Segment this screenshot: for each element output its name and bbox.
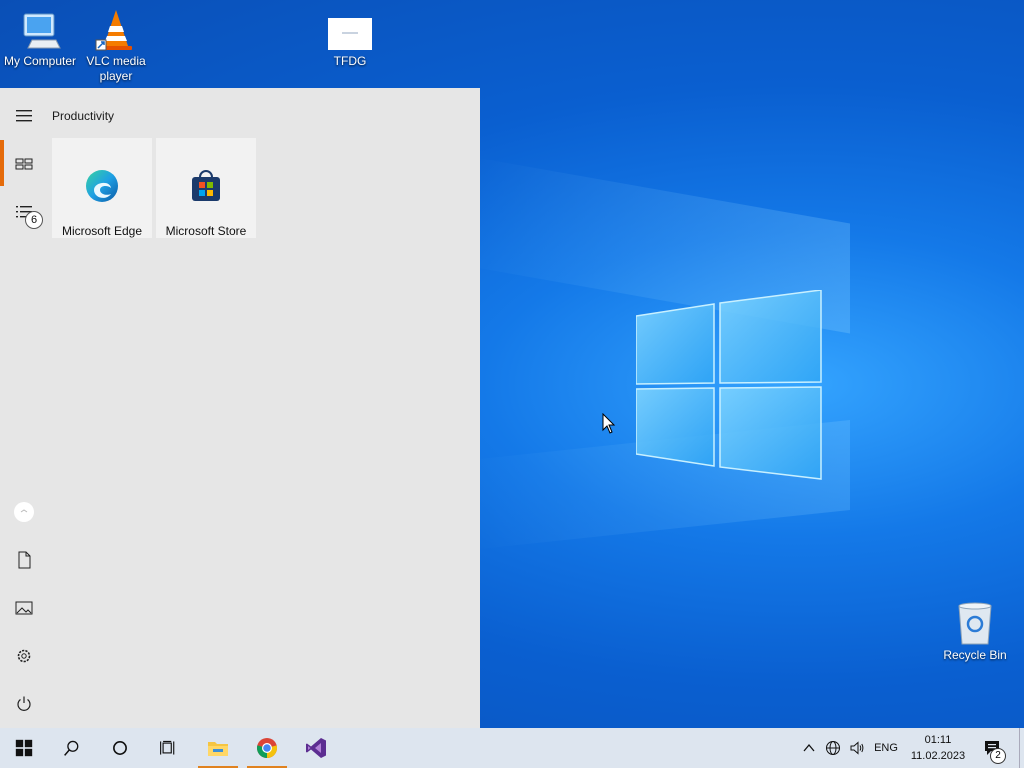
globe-icon [826, 741, 840, 755]
tile-microsoft-edge[interactable]: Microsoft Edge [52, 138, 152, 238]
taskbar-visual-studio[interactable] [292, 728, 340, 768]
start-button[interactable] [0, 728, 48, 768]
start-menu-rail: 6 [0, 88, 48, 728]
store-icon [192, 170, 220, 201]
recent-count-badge: 6 [25, 211, 43, 229]
vlc-cone-icon [94, 8, 138, 52]
document-thumbnail-icon [328, 8, 372, 52]
wallpaper-windows-logo [635, 289, 822, 480]
document-icon [18, 551, 31, 569]
documents-button[interactable] [0, 536, 48, 584]
clock-button[interactable]: 01:11 11.02.2023 [906, 732, 970, 764]
desktop-icon-label: TFDG [333, 54, 367, 68]
desktop-icon-label: My Computer [3, 54, 77, 68]
clock-time: 01:11 [924, 734, 952, 746]
cortana-button[interactable] [96, 728, 144, 768]
tile-microsoft-store[interactable]: Microsoft Store [156, 138, 256, 238]
task-view-button[interactable] [144, 728, 192, 768]
power-button[interactable] [0, 680, 48, 728]
pinned-tiles-button[interactable] [0, 140, 48, 188]
chrome-icon [256, 738, 278, 758]
desktop-icon-label: VLC media player [86, 54, 146, 83]
desktop-icon-my-computer[interactable]: My Computer [0, 8, 80, 69]
tile-group-title[interactable]: Productivity [52, 109, 114, 123]
chevron-up-icon [803, 743, 815, 752]
gear-icon [17, 649, 31, 663]
task-view-icon [160, 740, 175, 755]
recycle-bin-icon [953, 602, 997, 646]
desktop-icon-recycle-bin[interactable]: Recycle Bin [935, 602, 1015, 663]
desktop-icon-vlc[interactable]: VLC media player [76, 8, 156, 84]
taskbar-file-explorer[interactable] [194, 728, 242, 768]
taskbar: ENG 01:11 11.02.2023 [0, 728, 1024, 768]
cortana-circle-icon [113, 741, 127, 755]
power-icon [17, 696, 31, 711]
network-button[interactable] [822, 728, 844, 768]
avatar-icon [14, 502, 34, 522]
windows-logo-icon [15, 739, 33, 757]
speaker-icon [850, 741, 864, 755]
picture-icon [15, 601, 33, 615]
show-desktop-button[interactable] [1019, 728, 1024, 768]
user-account-button[interactable] [0, 488, 48, 536]
expand-menu-button[interactable] [0, 92, 48, 140]
show-hidden-icons-button[interactable] [798, 728, 820, 768]
search-button[interactable] [48, 728, 96, 768]
desktop-icon-label: Recycle Bin [943, 648, 1007, 662]
computer-icon [18, 8, 62, 52]
search-icon [64, 740, 79, 756]
taskbar-chrome[interactable] [243, 728, 291, 768]
mouse-cursor-icon [602, 413, 616, 434]
desktop-icon-tfdg[interactable]: TFDG [310, 8, 390, 69]
volume-button[interactable] [846, 728, 868, 768]
start-menu: 6 Productivity Microsoft Edge Microsoft … [0, 88, 480, 728]
edge-icon [86, 170, 118, 202]
tile-label: Microsoft Store [165, 224, 247, 238]
settings-button[interactable] [0, 632, 48, 680]
visual-studio-icon [306, 738, 326, 758]
hamburger-icon [16, 110, 32, 122]
all-apps-button[interactable] [0, 188, 48, 236]
folder-icon [208, 742, 228, 756]
notification-count-badge: 2 [990, 748, 1006, 764]
clock-date: 11.02.2023 [910, 750, 966, 762]
pictures-button[interactable] [0, 584, 48, 632]
tiles-icon [15, 158, 33, 170]
input-language-button[interactable]: ENG [870, 728, 902, 768]
tile-label: Microsoft Edge [61, 224, 143, 238]
